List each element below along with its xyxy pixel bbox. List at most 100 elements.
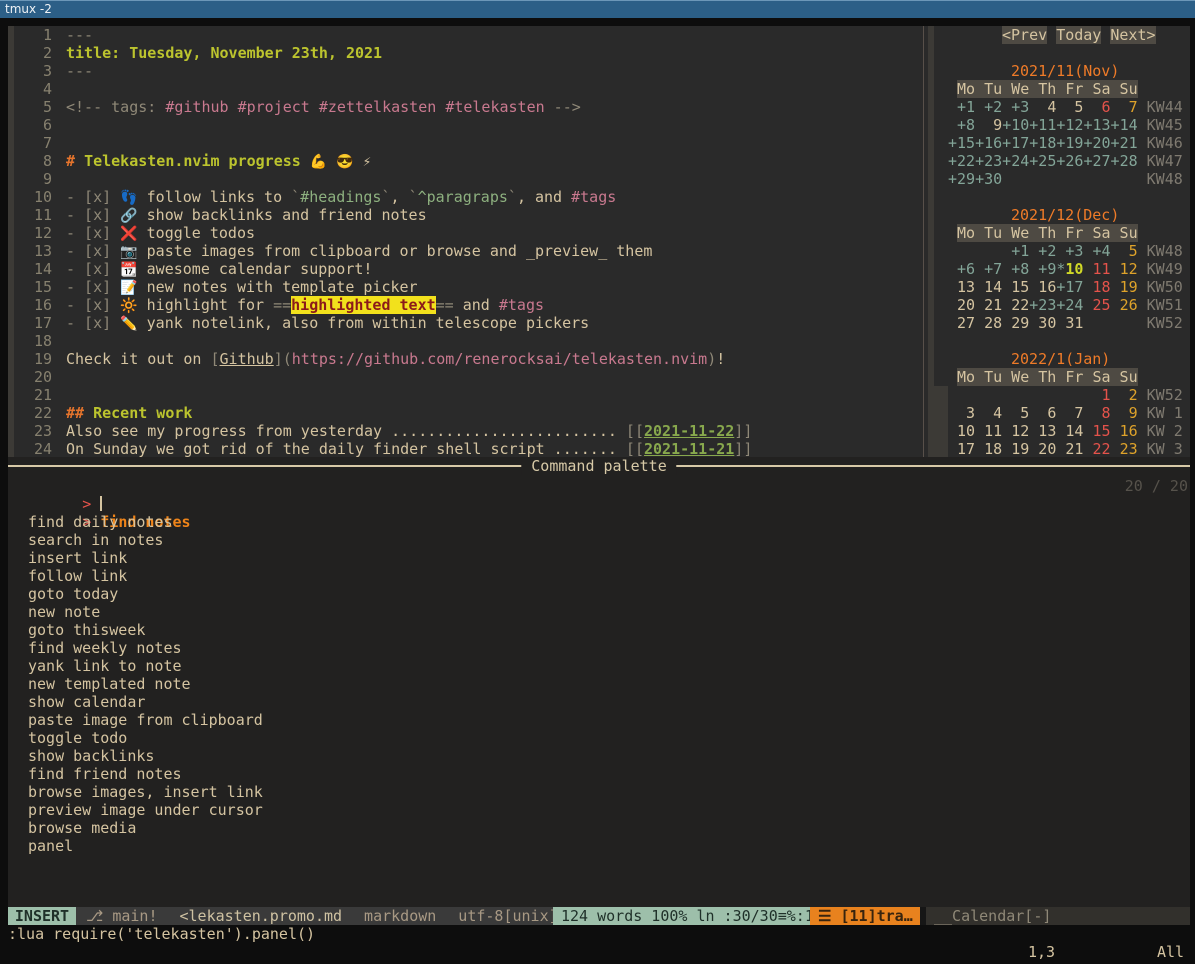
palette-item[interactable]: show backlinks [8,747,1190,765]
editor-line[interactable]: 20 [14,368,752,386]
calendar-today-button[interactable]: Today [1056,26,1101,44]
palette-item[interactable]: panel [8,837,1190,855]
calendar-week-row[interactable]: 27 28 29 30 31 KW52 [948,314,1190,332]
calendar-week-row[interactable]: 1 2KW52 [948,386,1190,404]
palette-item[interactable]: search in notes [8,531,1190,549]
calendar-month-title: 2021/11(Nov) [948,62,1190,80]
editor-line-text[interactable]: - [x] 👣 follow links to `#headings`, `^p… [66,188,616,206]
calendar-prev-button[interactable]: <Prev [1002,26,1047,44]
line-number: 14 [14,260,52,278]
editor-line-text[interactable]: Also see my progress from yesterday ....… [66,422,752,440]
editor-line-text[interactable]: --- [66,62,93,80]
palette-item[interactable]: goto today [8,585,1190,603]
palette-item[interactable]: browse images, insert link [8,783,1190,801]
calendar-week-row[interactable]: +6 +7 +8 +9*10 11 12KW49 [948,260,1190,278]
calendar-days-note: +17 [1056,278,1083,296]
editor-line-text[interactable]: - [x] 📷 paste images from clipboard or b… [66,242,652,260]
palette-item[interactable]: new note [8,603,1190,621]
editor-line[interactable]: 19Check it out on [Github](https://githu… [14,350,752,368]
text-segment-link-text[interactable]: Github [220,350,274,368]
calendar-week-row[interactable]: 3 4 5 6 7 8 9KW 1 [948,404,1190,422]
palette-item[interactable]: browse media [8,819,1190,837]
text-segment-punct: == [273,296,291,314]
calendar-weekday-header: Mo Tu We Th Fr Sa Su [948,224,1190,242]
calendar-days-day: 10 11 12 13 14 [948,422,1083,440]
editor-line-text[interactable]: On Sunday we got rid of the daily finder… [66,440,752,458]
editor-line[interactable]: 13- [x] 📷 paste images from clipboard or… [14,242,752,260]
editor-line[interactable]: 16- [x] 🔆 highlight for ==highlighted te… [14,296,752,314]
editor-line[interactable]: 17- [x] ✏️ yank notelink, also from with… [14,314,752,332]
editor-line[interactable]: 6 [14,116,752,134]
text-segment-fg: ! [716,350,725,368]
editor-line-text[interactable]: # Telekasten.nvim progress 💪 😎 ⚡ [66,152,371,170]
command-line[interactable]: :lua require('telekasten').panel() [8,925,1190,943]
calendar-week-row[interactable]: 17 18 19 20 21 22 23KW 3 [948,440,1190,458]
editor-line[interactable]: 1--- [14,26,752,44]
line-number: 18 [14,332,52,350]
editor-line[interactable]: 3--- [14,62,752,80]
editor-line[interactable]: 8# Telekasten.nvim progress 💪 😎 ⚡ [14,152,752,170]
calendar-week-row[interactable]: +8 9+10+11+12+13+14KW45 [948,116,1190,134]
editor-line-text[interactable]: <!-- tags: #github #project #zettelkaste… [66,98,581,116]
file-encoding: utf-8[unix] [458,907,557,925]
editor-line[interactable]: 4 [14,80,752,98]
calendar-week-row[interactable]: +22+23+24+25+26+27+28KW47 [948,152,1190,170]
command-palette[interactable]: Command palette > 20 / 20 >find notes fi… [8,457,1190,907]
editor-line-text[interactable]: ## Recent work [66,404,192,422]
editor-line-text[interactable]: - [x] ❌ toggle todos [66,224,255,242]
calendar-pane[interactable]: <Prev Today Next> 2021/11(Nov) Mo Tu We T… [948,26,1190,458]
palette-item[interactable]: toggle todo [8,729,1190,747]
editor-line[interactable]: 24On Sunday we got rid of the daily find… [14,440,752,458]
editor-line[interactable]: 12- [x] ❌ toggle todos [14,224,752,242]
editor-line-text[interactable]: - [x] ✏️ yank notelink, also from within… [66,314,589,332]
text-segment-punct: == [436,296,454,314]
calendar-week-row[interactable]: +1 +2 +3 +4 5KW48 [948,242,1190,260]
palette-item-selected[interactable]: >find notes [8,495,1190,513]
palette-item[interactable]: find friend notes [8,765,1190,783]
palette-item[interactable]: paste image from clipboard [8,711,1190,729]
calendar-week-row[interactable]: +15+16+17+18+19+20+21KW46 [948,134,1190,152]
calendar-days-today[interactable]: 10 [1065,260,1083,278]
palette-item[interactable]: find weekly notes [8,639,1190,657]
editor-line[interactable]: 10- [x] 👣 follow links to `#headings`, `… [14,188,752,206]
text-segment-url[interactable]: https://github.com/renerocksai/telekaste… [292,350,707,368]
palette-item[interactable]: goto thisweek [8,621,1190,639]
calendar-week-row[interactable]: 10 11 12 13 14 15 16KW 2 [948,422,1190,440]
palette-item[interactable]: show calendar [8,693,1190,711]
palette-item[interactable]: yank link to note [8,657,1190,675]
calendar-next-button[interactable]: Next> [1110,26,1155,44]
calendar-week-row[interactable]: 20 21 22+23+24 25 26KW51 [948,296,1190,314]
editor-line-text[interactable]: - [x] 📝 new notes with template picker [66,278,418,296]
palette-item[interactable]: insert link [8,549,1190,567]
editor-pane[interactable]: 1---2title: Tuesday, November 23th, 2021… [8,26,1190,457]
calendar-week-row[interactable]: +1 +2 +3 4 5 6 7KW44 [948,98,1190,116]
editor-line[interactable]: 7 [14,134,752,152]
editor-line-text[interactable]: - [x] 🔗 show backlinks and friend notes [66,206,427,224]
calendar-days-sat: 22 [1083,440,1110,458]
calendar-week-row[interactable]: +29+30 KW48 [948,170,1190,188]
palette-item[interactable]: follow link [8,567,1190,585]
editor-line[interactable]: 14 - [x] 📆 awesome calendar support! [14,260,752,278]
editor-line[interactable]: 22## Recent work [14,404,752,422]
calendar-emoji-icon: 📆 [120,262,137,278]
editor-line-text[interactable]: - [x] 📆 awesome calendar support! [66,260,372,278]
editor-buffer[interactable]: 1---2title: Tuesday, November 23th, 2021… [14,26,752,458]
editor-line[interactable]: 23Also see my progress from yesterday ..… [14,422,752,440]
editor-line-text[interactable]: title: Tuesday, November 23th, 2021 [66,44,382,62]
editor-line[interactable]: 15- [x] 📝 new notes with template picker [14,278,752,296]
palette-prompt[interactable]: > 20 / 20 [8,477,1190,495]
editor-line[interactable]: 2title: Tuesday, November 23th, 2021 [14,44,752,62]
editor-line-text[interactable]: - [x] 🔆 highlight for ==highlighted text… [66,296,544,314]
editor-line-text[interactable]: Check it out on [Github](https://github.… [66,350,725,368]
text-segment-wikilink[interactable]: 2021-11-21 [644,440,734,458]
editor-line[interactable]: 11- [x] 🔗 show backlinks and friend note… [14,206,752,224]
editor-line[interactable]: 5<!-- tags: #github #project #zettelkast… [14,98,752,116]
editor-line[interactable]: 21 [14,386,752,404]
editor-line[interactable]: 18 [14,332,752,350]
calendar-week-row[interactable]: 13 14 15 16+17 18 19KW50 [948,278,1190,296]
editor-line[interactable]: 9 [14,170,752,188]
text-segment-wikilink[interactable]: 2021-11-22 [644,422,734,440]
editor-line-text[interactable]: --- [66,26,93,44]
palette-item[interactable]: new templated note [8,675,1190,693]
palette-item[interactable]: preview image under cursor [8,801,1190,819]
